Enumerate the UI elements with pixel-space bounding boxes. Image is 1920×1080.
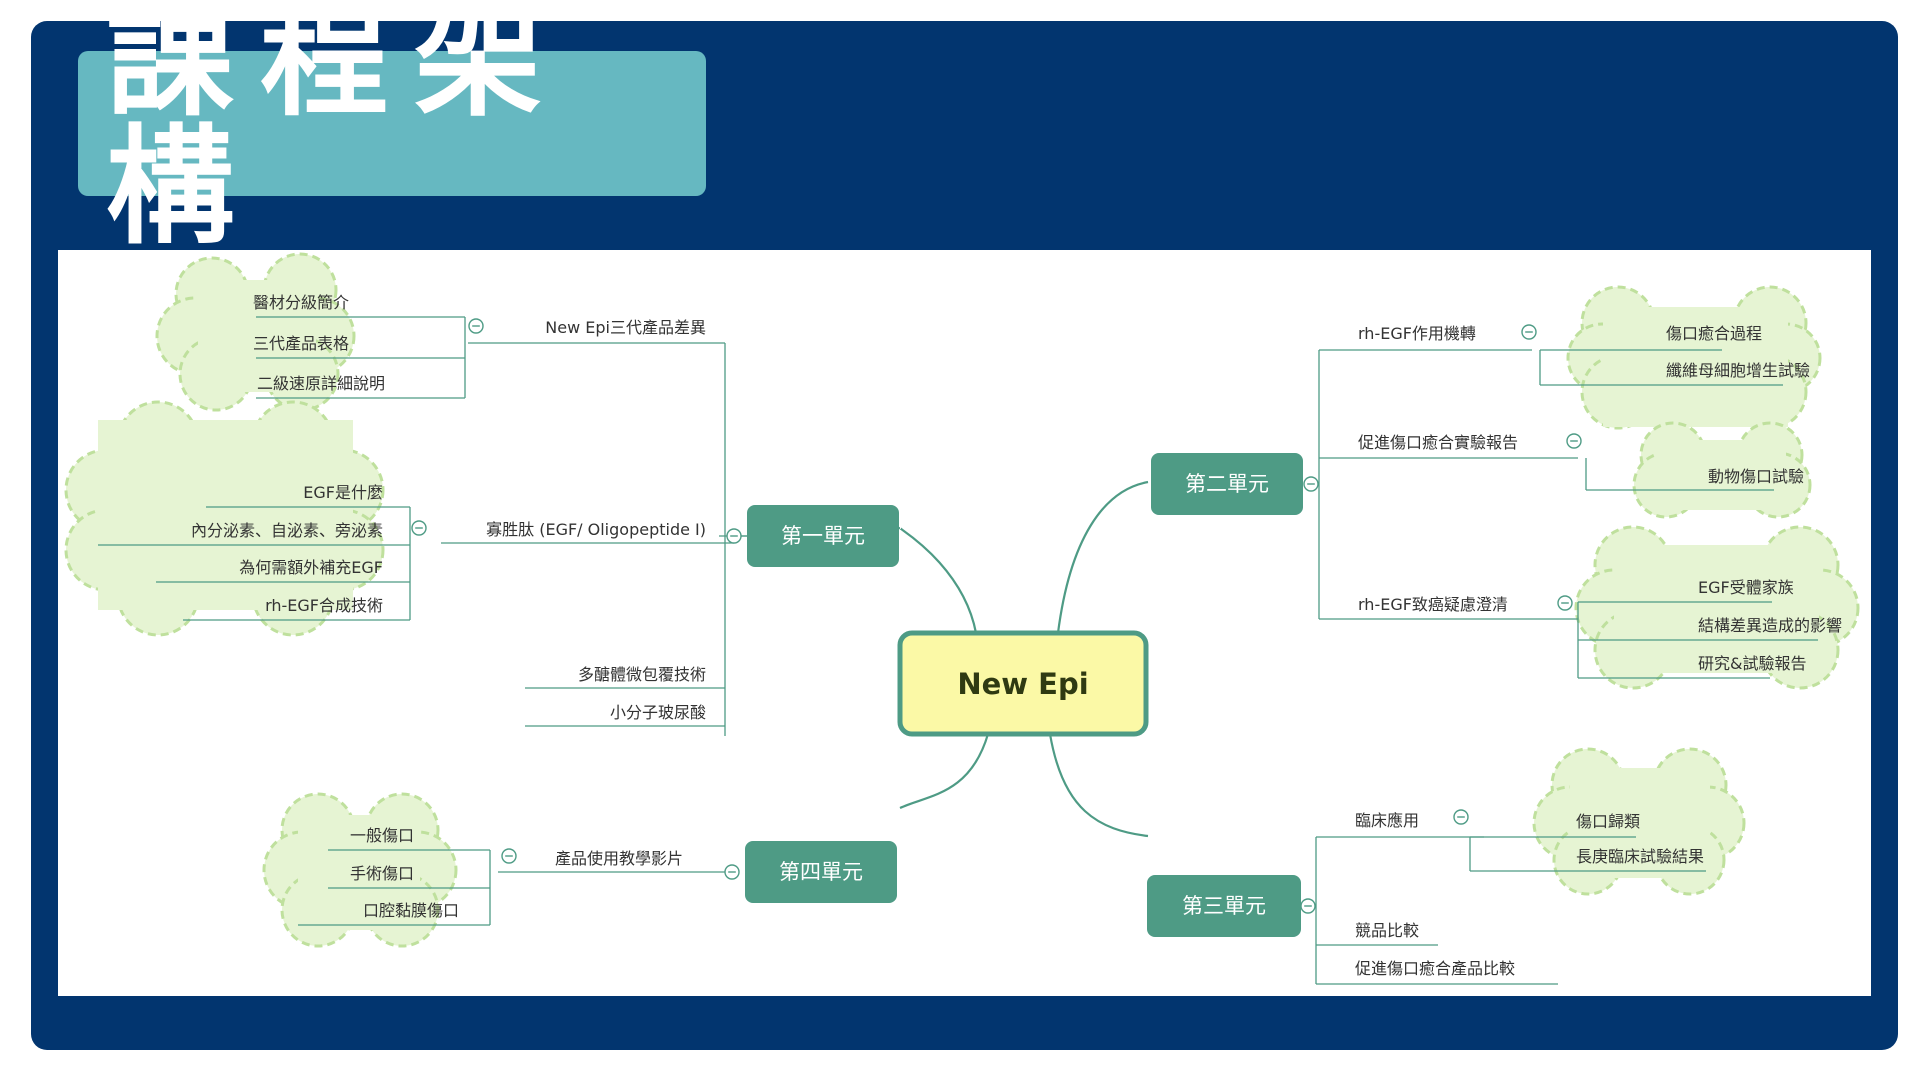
item-u2-t1-2[interactable]: 纖維母細胞增生試驗 <box>1666 361 1810 380</box>
item-u1-t1-3[interactable]: 二級速原詳細說明 <box>257 374 385 393</box>
item-u1-t1-2[interactable]: 三代產品表格 <box>253 334 349 353</box>
collapse-u1-t2-icon[interactable] <box>411 520 427 536</box>
topic-u1-2[interactable]: 寡胜肽 (EGF/ Oligopeptide I) <box>486 520 706 539</box>
topic-u1-4[interactable]: 小分子玻尿酸 <box>610 703 706 722</box>
item-u2-t1-1[interactable]: 傷口癒合過程 <box>1666 324 1762 343</box>
collapse-u2-icon[interactable] <box>1303 476 1319 492</box>
item-u3-t1-2[interactable]: 長庚臨床試驗結果 <box>1576 847 1704 866</box>
title-banner: 課程架構 <box>78 0 706 262</box>
mindmap-canvas: New Epi 第一單元 第二單元 第三單元 第四單元 New Epi三代產品差… <box>58 250 1871 996</box>
topic-u3-3[interactable]: 促進傷口癒合產品比較 <box>1355 959 1515 978</box>
topic-u1-1[interactable]: New Epi三代產品差異 <box>545 318 706 337</box>
unit-2-label: 第二單元 <box>1185 472 1269 496</box>
link-root-u1 <box>898 526 978 634</box>
topic-u2-2[interactable]: 促進傷口癒合實驗報告 <box>1358 433 1518 452</box>
topic-u2-3[interactable]: rh-EGF致癌疑慮澄清 <box>1358 595 1508 614</box>
link-root-u3 <box>1048 733 1149 838</box>
unit-1-label: 第一單元 <box>781 524 865 548</box>
topic-u1-3[interactable]: 多醣體微包覆技術 <box>578 665 706 684</box>
collapse-u4-t1-icon[interactable] <box>501 848 517 864</box>
link-root-u2 <box>1056 480 1149 634</box>
cloud-u2-t1 <box>1566 285 1822 430</box>
item-u1-t2-1[interactable]: EGF是什麼 <box>303 483 383 502</box>
item-u1-t2-4[interactable]: rh-EGF合成技術 <box>265 596 383 615</box>
item-u3-t1-1[interactable]: 傷口歸類 <box>1576 812 1640 831</box>
item-u4-t1-1[interactable]: 一般傷口 <box>350 826 414 845</box>
item-u2-t2-1[interactable]: 動物傷口試驗 <box>1708 467 1804 486</box>
root-label: New Epi <box>957 667 1088 701</box>
unit-node-1[interactable]: 第一單元 <box>747 505 899 567</box>
item-u1-t2-2[interactable]: 內分泌素、自泌素、旁泌素 <box>191 521 383 540</box>
collapse-u3-icon[interactable] <box>1300 898 1316 914</box>
topic-u4-1[interactable]: 產品使用教學影片 <box>555 849 683 868</box>
root-node[interactable]: New Epi <box>897 630 1149 737</box>
unit-4-label: 第四單元 <box>779 860 863 884</box>
mindmap-svg: New Epi 第一單元 第二單元 第三單元 第四單元 New Epi三代產品差… <box>64 252 1860 985</box>
collapse-u2-t1-icon[interactable] <box>1521 324 1537 340</box>
topic-u3-2[interactable]: 競品比較 <box>1355 921 1419 940</box>
item-u4-t1-3[interactable]: 口腔黏膜傷口 <box>363 901 459 920</box>
item-u2-t3-2[interactable]: 結構差異造成的影響 <box>1698 616 1842 635</box>
collapse-u3-t1-icon[interactable] <box>1453 809 1469 825</box>
item-u4-t1-2[interactable]: 手術傷口 <box>350 864 414 883</box>
unit-3-label: 第三單元 <box>1182 894 1266 918</box>
collapse-u1-t1-icon[interactable] <box>468 318 484 334</box>
collapse-u1-icon[interactable] <box>726 528 742 544</box>
item-u1-t1-1[interactable]: 醫材分級簡介 <box>253 293 349 312</box>
link-root-u4 <box>899 733 990 809</box>
collapse-u4-icon[interactable] <box>724 864 740 880</box>
topic-u2-1[interactable]: rh-EGF作用機轉 <box>1358 324 1476 343</box>
item-u1-t2-3[interactable]: 為何需額外補充EGF <box>239 558 383 577</box>
slide-title: 課程架構 <box>106 0 569 262</box>
item-u2-t3-1[interactable]: EGF受體家族 <box>1698 578 1794 597</box>
item-u2-t3-3[interactable]: 研究&試驗報告 <box>1698 654 1806 673</box>
collapse-u2-t2-icon[interactable] <box>1566 433 1582 449</box>
unit-node-2[interactable]: 第二單元 <box>1151 453 1303 515</box>
topic-u3-1[interactable]: 臨床應用 <box>1355 811 1419 830</box>
collapse-u2-t3-icon[interactable] <box>1557 595 1573 611</box>
unit-node-3[interactable]: 第三單元 <box>1147 875 1301 937</box>
unit-node-4[interactable]: 第四單元 <box>745 841 897 903</box>
